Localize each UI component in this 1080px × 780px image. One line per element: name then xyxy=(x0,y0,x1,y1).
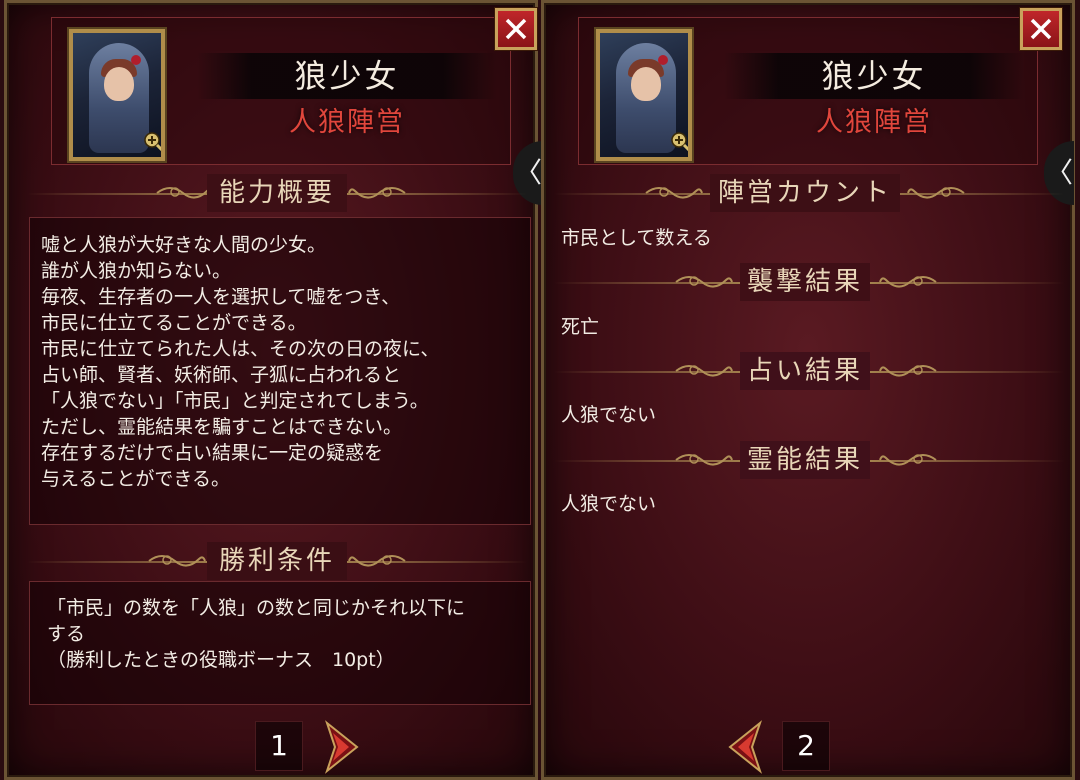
role-portrait[interactable] xyxy=(594,27,694,163)
chevron-left-icon[interactable]: 〈 xyxy=(513,141,543,205)
medium-value: 人狼でない xyxy=(561,493,657,515)
flourish-ornament-icon xyxy=(675,276,733,288)
count-value: 市民として数える xyxy=(561,227,712,249)
flourish-ornament-icon xyxy=(348,555,406,567)
ability-line: 誰が人狼か知らない。 xyxy=(41,260,232,282)
victory-line: する xyxy=(47,623,86,645)
section-title-medium: 霊能結果 xyxy=(740,441,870,479)
ability-line: 与えることができる。 xyxy=(41,468,231,490)
attack-value: 死亡 xyxy=(561,316,600,338)
role-name: 狼少女 xyxy=(294,57,400,95)
next-page-arrow-icon[interactable] xyxy=(323,719,361,775)
section-title-victory: 勝利条件 xyxy=(207,542,347,580)
ability-line: 市民に仕立てられた人は、その次の日の夜に、 xyxy=(41,338,440,360)
chevron-left-icon[interactable]: 〈 xyxy=(1044,141,1074,205)
page-indicator: 1 xyxy=(255,721,303,771)
role-name: 狼少女 xyxy=(821,57,927,95)
flourish-ornament-icon xyxy=(645,187,703,199)
flourish-ornament-icon xyxy=(156,187,214,199)
flourish-ornament-icon xyxy=(879,454,937,466)
ability-line: 占い師、賢者、妖術師、子狐に占われると xyxy=(41,364,402,386)
ability-line: 毎夜、生存者の一人を選択して嘘をつき、 xyxy=(41,286,401,308)
role-faction: 人狼陣営 xyxy=(289,107,405,138)
flourish-ornament-icon xyxy=(879,276,937,288)
role-faction: 人狼陣営 xyxy=(816,107,932,138)
close-icon xyxy=(505,18,527,40)
role-card-panel-1: 狼少女 人狼陣営 〈 能力概要 嘘と人狼が大好きな人間の少女。 誰が人狼か知らな… xyxy=(4,0,543,780)
flourish-ornament-icon xyxy=(907,187,965,199)
ability-line: 「人狼でない」「市民」と判定されてしまう。 xyxy=(41,390,429,412)
victory-line: （勝利したときの役職ボーナス 10pt） xyxy=(47,649,395,671)
section-title-divine: 占い結果 xyxy=(740,352,870,390)
role-portrait[interactable] xyxy=(67,27,167,163)
prev-page-arrow-icon[interactable] xyxy=(726,719,764,775)
flourish-ornament-icon xyxy=(879,365,937,377)
divine-value: 人狼でない xyxy=(561,404,657,426)
section-title-count: 陣営カウント xyxy=(710,174,900,212)
page-indicator: 2 xyxy=(782,721,830,771)
zoom-plus-icon[interactable] xyxy=(670,131,692,153)
close-button[interactable] xyxy=(1019,7,1063,51)
flourish-ornament-icon xyxy=(675,454,733,466)
role-card-panel-2: 狼少女 人狼陣営 〈 陣営カウント 市民として数える 襲撃結果 死亡 占い結果 … xyxy=(541,0,1075,780)
zoom-plus-icon[interactable] xyxy=(143,131,165,153)
section-title-attack: 襲撃結果 xyxy=(740,263,870,301)
flourish-ornament-icon xyxy=(148,555,206,567)
victory-line: 「市民」の数を「人狼」の数と同じかそれ以下に xyxy=(47,597,466,619)
close-icon xyxy=(1030,18,1052,40)
flourish-ornament-icon xyxy=(675,365,733,377)
ability-line: 市民に仕立てることができる。 xyxy=(41,312,307,334)
ability-line: 存在するだけで占い結果に一定の疑惑を xyxy=(41,442,384,464)
close-button[interactable] xyxy=(494,7,538,51)
ability-line: ただし、霊能結果を騙すことはできない。 xyxy=(41,416,403,438)
section-title-ability: 能力概要 xyxy=(207,174,347,212)
flourish-ornament-icon xyxy=(348,187,406,199)
ability-line: 嘘と人狼が大好きな人間の少女。 xyxy=(41,234,327,256)
